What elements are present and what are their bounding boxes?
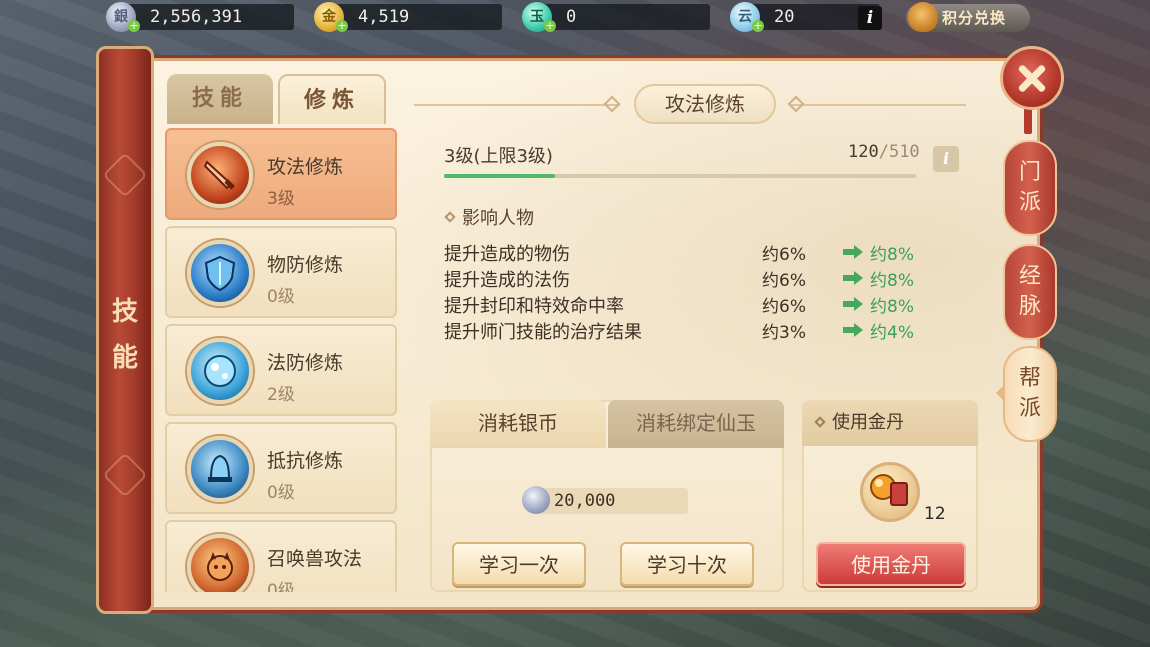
tab-meridian[interactable]: 经 脉 bbox=[1003, 244, 1057, 340]
effect-label: 提升师门技能的治疗结果 bbox=[444, 322, 642, 343]
effect-current-value: 约6% bbox=[762, 245, 806, 265]
detail-title: 攻法修炼 bbox=[634, 84, 776, 124]
tab-guild[interactable]: 帮 派 bbox=[1003, 346, 1057, 442]
tassel-ornament bbox=[1024, 108, 1032, 134]
skill-name: 攻法修炼 bbox=[267, 156, 344, 178]
money-bag-icon bbox=[908, 2, 938, 32]
arrow-right-icon bbox=[843, 271, 863, 285]
study-once-button[interactable]: 学习一次 bbox=[452, 542, 586, 586]
jade-amount: 0 bbox=[566, 7, 577, 27]
add-silver-icon[interactable]: + bbox=[128, 20, 140, 32]
effects-list: 提升造成的物伤 约6% 约8% 提升造成的法伤 约6% 约8% 提升封印和特效命… bbox=[444, 240, 924, 344]
tab-cost-bound-jade[interactable]: 消耗绑定仙玉 bbox=[608, 400, 784, 448]
cost-amount: 20,000 bbox=[522, 486, 688, 514]
exp-current: 120 bbox=[848, 142, 879, 162]
effect-label: 提升造成的法伤 bbox=[444, 270, 570, 291]
effect-row: 提升封印和特效命中率 约6% 约8% bbox=[444, 292, 924, 318]
list-item-pet-attack[interactable]: 召唤兽攻法 0级 bbox=[165, 520, 397, 592]
header-divider-right bbox=[790, 104, 966, 106]
tab-cost-silver[interactable]: 消耗银币 bbox=[430, 400, 606, 448]
list-item-resistance[interactable]: 抵抗修炼 0级 bbox=[165, 422, 397, 514]
silver-amount: 2,556,391 bbox=[150, 7, 243, 27]
gold-pill-count: 12 bbox=[924, 504, 946, 524]
effect-row: 提升造成的物伤 约6% 约8% bbox=[444, 240, 924, 266]
list-item-attack-cultivation[interactable]: 攻法修炼 3级 bbox=[165, 128, 397, 220]
effect-next-value: 约4% bbox=[870, 323, 914, 343]
study-ten-button[interactable]: 学习十次 bbox=[620, 542, 754, 586]
skill-name: 法防修炼 bbox=[267, 352, 344, 374]
diamond-bullet-icon bbox=[814, 416, 826, 428]
scroll-ornament bbox=[102, 452, 148, 498]
exp-max: /510 bbox=[878, 142, 920, 162]
arrow-right-icon bbox=[843, 297, 863, 311]
bell-icon bbox=[187, 436, 253, 502]
points-exchange-label: 积分兑换 bbox=[942, 9, 1007, 27]
arrow-right-icon bbox=[843, 323, 863, 337]
list-item-magic-defense[interactable]: 法防修炼 2级 bbox=[165, 324, 397, 416]
sword-icon bbox=[187, 142, 253, 208]
header-divider-left bbox=[414, 104, 620, 106]
arrow-right-icon bbox=[843, 245, 863, 259]
effect-next-value: 约8% bbox=[870, 245, 914, 265]
list-item-physical-defense[interactable]: 物防修炼 0级 bbox=[165, 226, 397, 318]
scroll-ornament bbox=[102, 152, 148, 198]
jade-currency[interactable]: 玉 + 0 bbox=[522, 2, 710, 32]
add-jade-icon[interactable]: + bbox=[544, 20, 556, 32]
info-button[interactable]: i bbox=[858, 6, 882, 30]
skill-name: 召唤兽攻法 bbox=[267, 548, 363, 570]
points-exchange-button[interactable]: 积分兑换 bbox=[906, 2, 1030, 32]
tab-sect[interactable]: 门 派 bbox=[1003, 140, 1057, 236]
cost-amount-value: 20,000 bbox=[554, 491, 616, 511]
gold-pill-item-icon[interactable] bbox=[860, 462, 920, 522]
tab-skills[interactable]: 技能 bbox=[167, 74, 273, 124]
gold-currency[interactable]: 金 + 4,519 bbox=[314, 2, 502, 32]
close-button[interactable] bbox=[1000, 46, 1064, 110]
skill-level: 3级 bbox=[267, 189, 295, 209]
gold-pill-title: 使用金丹 bbox=[832, 412, 904, 433]
skills-scroll-banner: 技 能 bbox=[96, 46, 154, 614]
shield-icon bbox=[187, 240, 253, 306]
effect-next-value: 约8% bbox=[870, 271, 914, 291]
silver-currency[interactable]: 銀 + 2,556,391 bbox=[106, 2, 294, 32]
exp-progress-fill bbox=[444, 174, 555, 178]
diamond-bullet-icon bbox=[444, 211, 456, 223]
skill-level: 0级 bbox=[267, 581, 295, 592]
cultivation-level: 3级(上限3级) bbox=[444, 146, 553, 167]
skill-name: 抵抗修炼 bbox=[267, 450, 344, 472]
exp-readout: 120/510 bbox=[848, 142, 920, 162]
active-tab-pointer bbox=[996, 384, 1005, 402]
add-cloud-icon[interactable]: + bbox=[752, 20, 764, 32]
magic-orb-icon bbox=[187, 338, 253, 404]
gold-amount: 4,519 bbox=[358, 7, 410, 27]
effect-row: 提升造成的法伤 约6% 约8% bbox=[444, 266, 924, 292]
effect-next-value: 约8% bbox=[870, 297, 914, 317]
skill-level: 0级 bbox=[267, 287, 295, 307]
skill-level: 2级 bbox=[267, 385, 295, 405]
effect-current-value: 约3% bbox=[762, 323, 806, 343]
gold-pill-header: 使用金丹 bbox=[802, 400, 978, 446]
affect-title-label: 影响人物 bbox=[462, 208, 534, 229]
effect-current-value: 约6% bbox=[762, 297, 806, 317]
effect-label: 提升造成的物伤 bbox=[444, 244, 570, 265]
add-gold-icon[interactable]: + bbox=[336, 20, 348, 32]
effect-label: 提升封印和特效命中率 bbox=[444, 296, 624, 317]
use-gold-pill-button[interactable]: 使用金丹 bbox=[816, 542, 966, 586]
silver-coin-icon bbox=[522, 486, 550, 514]
exp-progress-bar bbox=[444, 174, 916, 178]
affect-section-title: 影响人物 bbox=[444, 204, 534, 230]
scroll-label: 技 能 bbox=[111, 297, 138, 373]
cultivation-list[interactable]: 攻法修炼 3级 物防修炼 0级 法防修炼 2级 抵抗修炼 0级 召唤兽攻法 0级 bbox=[165, 122, 399, 592]
tab-cultivation[interactable]: 修炼 bbox=[278, 74, 386, 124]
detail-info-icon[interactable]: i bbox=[933, 146, 959, 172]
skill-level: 0级 bbox=[267, 483, 295, 503]
skill-name: 物防修炼 bbox=[267, 254, 344, 276]
cloud-amount: 20 bbox=[774, 7, 795, 27]
pet-icon bbox=[187, 534, 253, 592]
effect-current-value: 约6% bbox=[762, 271, 806, 291]
effect-row: 提升师门技能的治疗结果 约3% 约4% bbox=[444, 318, 924, 344]
